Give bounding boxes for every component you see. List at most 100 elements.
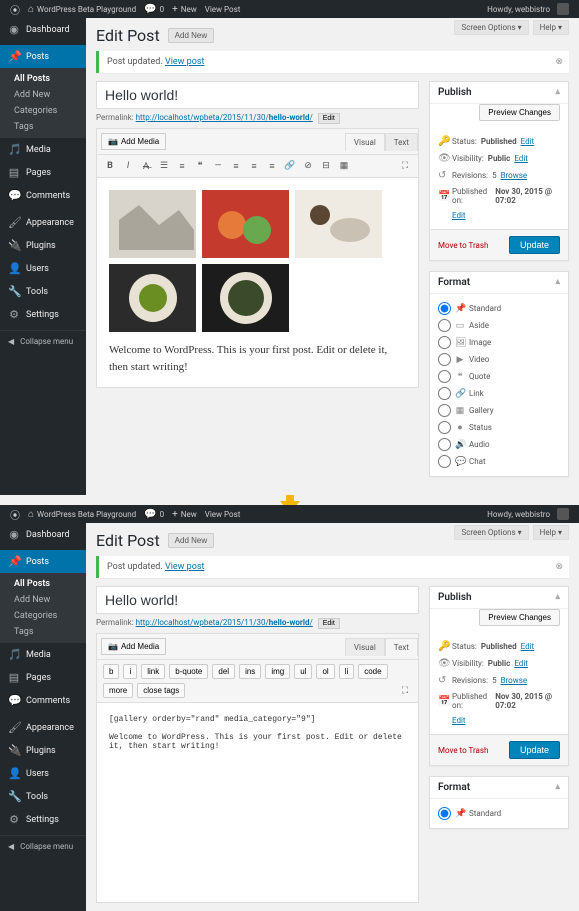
menu-plugins[interactable]: 🔌Plugins	[0, 234, 86, 257]
permalink-url[interactable]: http://localhost/wpbeta/2015/11/30/hello…	[136, 113, 313, 122]
format-radio[interactable]	[438, 438, 451, 451]
align-left-button[interactable]: ≡	[228, 158, 244, 174]
submenu-categories[interactable]: Categories	[0, 103, 86, 119]
help-tab[interactable]: Help ▾	[533, 20, 569, 35]
menu-dashboard[interactable]: ◉Dashboard	[0, 18, 86, 41]
comments-bubble[interactable]: 💬0	[140, 4, 168, 15]
qt-b-button[interactable]: b	[103, 664, 119, 679]
text-editor[interactable]: [gallery orderby="rand" media_category="…	[96, 703, 419, 903]
format-option-chat[interactable]: 💬Chat	[438, 453, 560, 470]
howdy-account[interactable]: Howdy, webbistro	[483, 3, 573, 15]
format-option-gallery[interactable]: ▦Gallery	[438, 402, 560, 419]
browse-revisions-link[interactable]: Browse	[501, 171, 528, 180]
edit-visibility-link[interactable]: Edit	[514, 154, 528, 163]
view-post-link-notice[interactable]: View post	[165, 57, 204, 67]
view-post-link[interactable]: View Post	[201, 5, 245, 14]
qt-del-button[interactable]: del	[212, 664, 235, 679]
wp-logo[interactable]: ⦿	[6, 2, 24, 17]
add-media-button[interactable]: 📷Add Media	[101, 638, 166, 655]
menu-media[interactable]: 🎵Media	[0, 138, 86, 161]
add-media-button[interactable]: 📷Add Media	[101, 133, 166, 150]
menu-comments[interactable]: 💬Comments	[0, 184, 86, 207]
qt-more-button[interactable]: more	[103, 683, 133, 698]
menu-posts[interactable]: 📌Posts	[0, 550, 86, 573]
menu-posts[interactable]: 📌Posts	[0, 45, 86, 68]
help-tab[interactable]: Help ▾	[533, 525, 569, 540]
visual-tab[interactable]: Visual	[345, 638, 385, 656]
fullscreen-button[interactable]: ⛶	[397, 158, 413, 174]
format-radio[interactable]	[438, 807, 451, 820]
format-option-audio[interactable]: 🔊Audio	[438, 436, 560, 453]
bullet-list-button[interactable]: ☰	[156, 158, 172, 174]
format-option-status[interactable]: ●Status	[438, 419, 560, 436]
collapse-menu[interactable]: ◀Collapse menu	[0, 835, 86, 857]
publish-box-header[interactable]: Publish▴	[430, 587, 568, 609]
text-tab[interactable]: Text	[385, 133, 418, 151]
format-radio[interactable]	[438, 336, 451, 349]
format-radio[interactable]	[438, 387, 451, 400]
italic-button[interactable]: I	[120, 158, 136, 174]
menu-users[interactable]: 👤Users	[0, 762, 86, 785]
dismiss-notice-icon[interactable]: ⊗	[555, 562, 563, 572]
strike-button[interactable]: A̶	[138, 158, 154, 174]
format-option-aside[interactable]: ▭Aside	[438, 317, 560, 334]
hr-button[interactable]: —	[210, 158, 226, 174]
new-content[interactable]: +New	[168, 509, 201, 520]
add-new-button[interactable]: Add New	[168, 533, 214, 548]
menu-pages[interactable]: ▤Pages	[0, 666, 86, 689]
format-option-standard[interactable]: 📌Standard	[438, 300, 560, 317]
align-right-button[interactable]: ≡	[264, 158, 280, 174]
menu-tools[interactable]: 🔧Tools	[0, 785, 86, 808]
menu-users[interactable]: 👤Users	[0, 257, 86, 280]
format-option-quote[interactable]: ❝Quote	[438, 368, 560, 385]
bold-button[interactable]: B	[102, 158, 118, 174]
menu-appearance[interactable]: 🖌Appearance	[0, 211, 86, 234]
qt-img-button[interactable]: img	[265, 664, 290, 679]
qt-close-tags-button[interactable]: close tags	[137, 683, 185, 698]
menu-settings[interactable]: ⚙Settings	[0, 303, 86, 326]
format-option-link[interactable]: 🔗Link	[438, 385, 560, 402]
qt-link-button[interactable]: link	[141, 664, 165, 679]
preview-changes-button[interactable]: Preview Changes	[479, 104, 560, 121]
visual-editor[interactable]: Welcome to WordPress. This is your first…	[96, 178, 419, 388]
preview-changes-button[interactable]: Preview Changes	[479, 609, 560, 626]
edit-date-link[interactable]: Edit	[452, 211, 466, 220]
gallery-block[interactable]	[109, 190, 406, 332]
dismiss-notice-icon[interactable]: ⊗	[555, 57, 563, 67]
blockquote-button[interactable]: ❝	[192, 158, 208, 174]
format-radio[interactable]	[438, 302, 451, 315]
move-to-trash-link[interactable]: Move to Trash	[438, 746, 488, 755]
qt-li-button[interactable]: li	[339, 664, 355, 679]
format-option-video[interactable]: ▶Video	[438, 351, 560, 368]
edit-permalink-button[interactable]: Edit	[318, 618, 340, 629]
menu-comments[interactable]: 💬Comments	[0, 689, 86, 712]
align-center-button[interactable]: ≡	[246, 158, 262, 174]
howdy-account[interactable]: Howdy, webbistro	[483, 508, 573, 520]
text-tab[interactable]: Text	[385, 638, 418, 656]
qt-b-quote-button[interactable]: b-quote	[169, 664, 208, 679]
format-option-standard[interactable]: 📌Standard	[438, 805, 560, 822]
format-radio[interactable]	[438, 421, 451, 434]
menu-dashboard[interactable]: ◉Dashboard	[0, 523, 86, 546]
site-name[interactable]: ⌂WordPress Beta Playground	[24, 4, 140, 15]
view-post-link-notice[interactable]: View post	[165, 562, 204, 572]
new-content[interactable]: +New	[168, 4, 201, 15]
screen-options-tab[interactable]: Screen Options ▾	[454, 20, 528, 35]
format-radio[interactable]	[438, 370, 451, 383]
gallery-image[interactable]	[202, 190, 289, 258]
kitchen-sink-button[interactable]: ▦	[336, 158, 352, 174]
gallery-image[interactable]	[202, 264, 289, 332]
browse-revisions-link[interactable]: Browse	[501, 676, 528, 685]
number-list-button[interactable]: ≡	[174, 158, 190, 174]
menu-settings[interactable]: ⚙Settings	[0, 808, 86, 831]
qt-i-button[interactable]: i	[123, 664, 137, 679]
gallery-image[interactable]	[295, 190, 382, 258]
wp-logo[interactable]: ⦿	[6, 507, 24, 522]
format-box-header[interactable]: Format▴	[430, 272, 568, 294]
format-radio[interactable]	[438, 404, 451, 417]
menu-tools[interactable]: 🔧Tools	[0, 280, 86, 303]
format-radio[interactable]	[438, 319, 451, 332]
publish-box-header[interactable]: Publish▴	[430, 82, 568, 104]
link-button[interactable]: 🔗	[282, 158, 298, 174]
permalink-url[interactable]: http://localhost/wpbeta/2015/11/30/hello…	[136, 618, 313, 627]
